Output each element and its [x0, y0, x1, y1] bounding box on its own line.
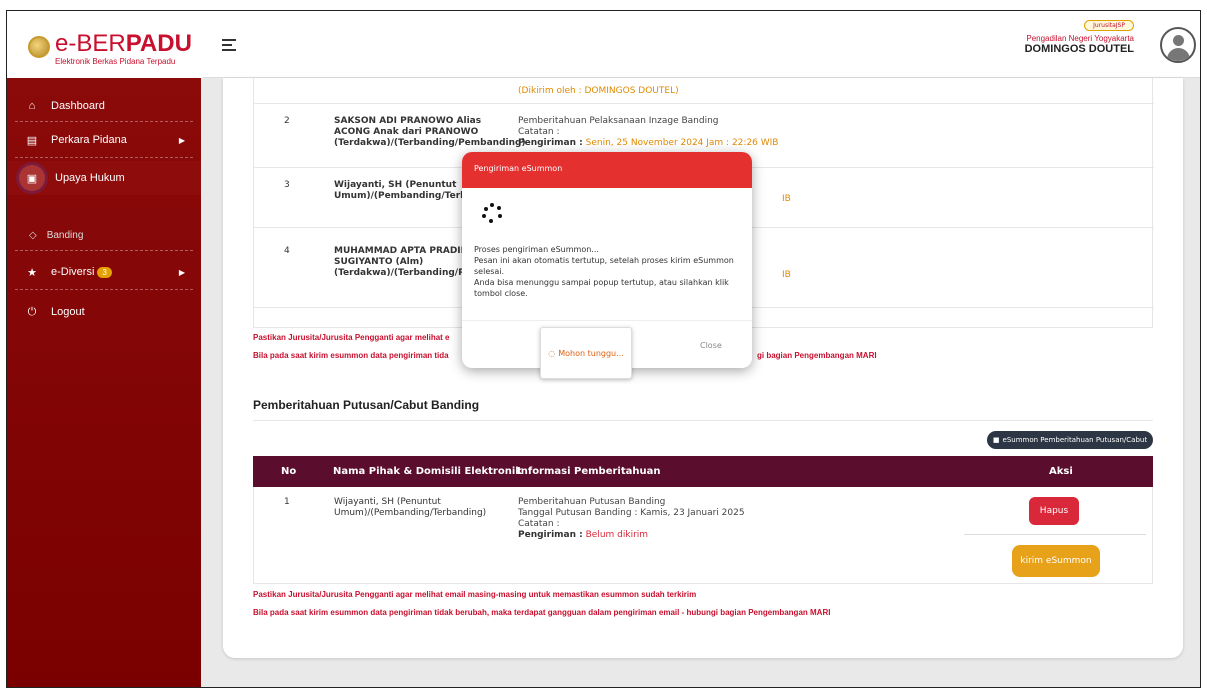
sidebar-item-label: Dashboard: [51, 100, 105, 112]
party-name: Wijayanti, SH (Penuntut Umum)/(Pembandin…: [334, 497, 487, 518]
row-number: 3: [284, 180, 290, 190]
warning-text-3: Pastikan Jurusita/Jurusita Pengganti aga…: [253, 590, 697, 599]
user-info: JurusitaJSP Pengadilan Negeri Yogyakarta…: [1025, 19, 1134, 55]
brand[interactable]: e-BERPADU Elektronik Berkas Pidana Terpa…: [7, 11, 203, 78]
sidebar-subitem-label: Banding: [46, 230, 84, 241]
document-icon: ▣: [19, 165, 45, 191]
avatar[interactable]: [1160, 27, 1196, 63]
header-nama: Nama Pihak & Domisili Elektronik: [333, 466, 522, 477]
circle-icon: ◇: [29, 230, 37, 241]
sidebar-item-label: Logout: [51, 306, 85, 318]
sender-note: (Dikirim oleh : DOMINGOS DOUTEL): [518, 86, 679, 96]
table-row: 1 Wijayanti, SH (Penuntut Umum)/(Pemband…: [253, 487, 1153, 584]
party-name: SAKSON ADI PRANOWO Alias ACONG Anak dari…: [334, 116, 526, 148]
chevron-right-icon: ▶: [178, 135, 185, 145]
star-icon: ★: [27, 266, 37, 279]
loading-icon: ◌: [548, 348, 556, 358]
role-badge: JurusitaJSP: [1084, 20, 1134, 31]
sidebar-item-label: Perkara Pidana: [51, 134, 127, 146]
brand-subtitle: Elektronik Berkas Pidana Terpadu: [55, 57, 176, 66]
brand-title-mid: BER: [76, 30, 126, 57]
delivery-value: Senin, 25 November 2024 Jam : 22:26 WIB: [585, 138, 779, 148]
info-note: Catatan :: [518, 127, 560, 137]
sidebar: ⌂ Dashboard ▤ Perkara Pidana ▶ ▣ Upaya H…: [7, 78, 201, 687]
delivery-status: Belum dikirim: [585, 530, 649, 540]
sidebar-item-dashboard[interactable]: ⌂ Dashboard: [7, 91, 201, 121]
loading-spinner-icon: [482, 203, 502, 223]
warning-text-2-tail: gi bagian Pengembangan MARI: [757, 351, 877, 360]
decision-date: Tanggal Putusan Banding : Kamis, 23 Janu…: [518, 508, 745, 518]
sidebar-item-e-diversi[interactable]: ★ e-Diversi 3 ▶: [7, 257, 201, 287]
brand-title: e-BERPADU: [55, 30, 192, 58]
modal-line-3: Anda bisa menunggu sampai popup tertutup…: [474, 278, 729, 298]
brand-title-bold: PADU: [125, 30, 192, 57]
warning-text-4: Bila pada saat kirim esummon data pengir…: [253, 608, 831, 617]
header-no: No: [281, 466, 297, 477]
modal-line-1: Proses pengiriman eSummon...: [474, 245, 599, 254]
sidebar-item-label: e-Diversi: [51, 266, 95, 278]
chevron-right-icon: ▶: [178, 267, 185, 277]
delivery-label: Pengiriman :: [518, 530, 583, 540]
esummon-modal: Pengiriman eSummon Proses pengiriman eSu…: [462, 152, 752, 379]
brand-title-prefix: e-: [55, 30, 77, 57]
modal-message: Proses pengiriman eSummon... Pesan ini a…: [474, 244, 744, 299]
wait-button-label: Mohon tunggu...: [558, 348, 624, 358]
esummon-putusan-button[interactable]: ■ eSummon Pemberitahuan Putusan/Cabut: [987, 431, 1153, 449]
delivery-value: IB: [782, 270, 791, 280]
sidebar-item-perkara-pidana[interactable]: ▤ Perkara Pidana ▶: [7, 125, 201, 155]
court-logo-icon: [28, 36, 50, 58]
sidebar-item-logout[interactable]: ⏻ Logout: [7, 297, 201, 327]
delete-button[interactable]: Hapus: [1029, 497, 1079, 525]
power-icon: ⏻: [27, 305, 37, 318]
court-name: Pengadilan Negeri Yogyakarta: [1026, 34, 1134, 43]
sidebar-item-label: Upaya Hukum: [55, 172, 125, 184]
wait-button[interactable]: ◌ Mohon tunggu...: [540, 327, 632, 379]
info-title: Pemberitahuan Pelaksanaan Inzage Banding: [518, 116, 719, 126]
row-number: 1: [284, 497, 290, 507]
modal-title: Pengiriman eSummon: [462, 152, 752, 188]
row-number: 2: [284, 116, 290, 126]
header-info: Informasi Pemberitahuan: [517, 466, 661, 477]
folder-icon: ▤: [26, 134, 38, 147]
user-name: DOMINGOS DOUTEL: [1024, 43, 1134, 55]
envelope-icon: ■: [992, 436, 1000, 444]
section-title: Pemberitahuan Putusan/Cabut Banding: [253, 398, 480, 412]
table-row: (Dikirim oleh : DOMINGOS DOUTEL): [254, 78, 1154, 104]
sidebar-subitem-banding[interactable]: ◇ Banding: [29, 230, 83, 241]
delivery-label: Pengiriman :: [518, 138, 583, 148]
modal-line-2: Pesan ini akan otomatis tertutup, setela…: [474, 256, 734, 276]
delivery-value: IB: [782, 194, 791, 204]
row-number: 4: [284, 246, 290, 256]
menu-toggle-icon[interactable]: [222, 39, 236, 51]
notification-badge: 3: [97, 266, 112, 278]
info-note: Catatan :: [518, 519, 560, 529]
close-button[interactable]: Close: [700, 341, 722, 350]
info-title: Pemberitahuan Putusan Banding: [518, 497, 666, 507]
warning-text-1: Pastikan Jurusita/Jurusita Pengganti aga…: [253, 333, 450, 342]
send-esummon-button[interactable]: kirim eSummon: [1012, 545, 1100, 577]
warning-text-2: Bila pada saat kirim esummon data pengir…: [253, 351, 449, 360]
top-bar: e-BERPADU Elektronik Berkas Pidana Terpa…: [7, 11, 1200, 78]
app-window: e-BERPADU Elektronik Berkas Pidana Terpa…: [6, 10, 1201, 688]
home-icon: ⌂: [28, 100, 36, 112]
button-label: eSummon Pemberitahuan Putusan/Cabut: [1002, 436, 1148, 444]
sidebar-item-upaya-hukum[interactable]: ▣ Upaya Hukum: [7, 161, 201, 195]
header-aksi: Aksi: [1049, 466, 1073, 477]
table-header: No Nama Pihak & Domisili Elektronik Info…: [253, 456, 1153, 487]
